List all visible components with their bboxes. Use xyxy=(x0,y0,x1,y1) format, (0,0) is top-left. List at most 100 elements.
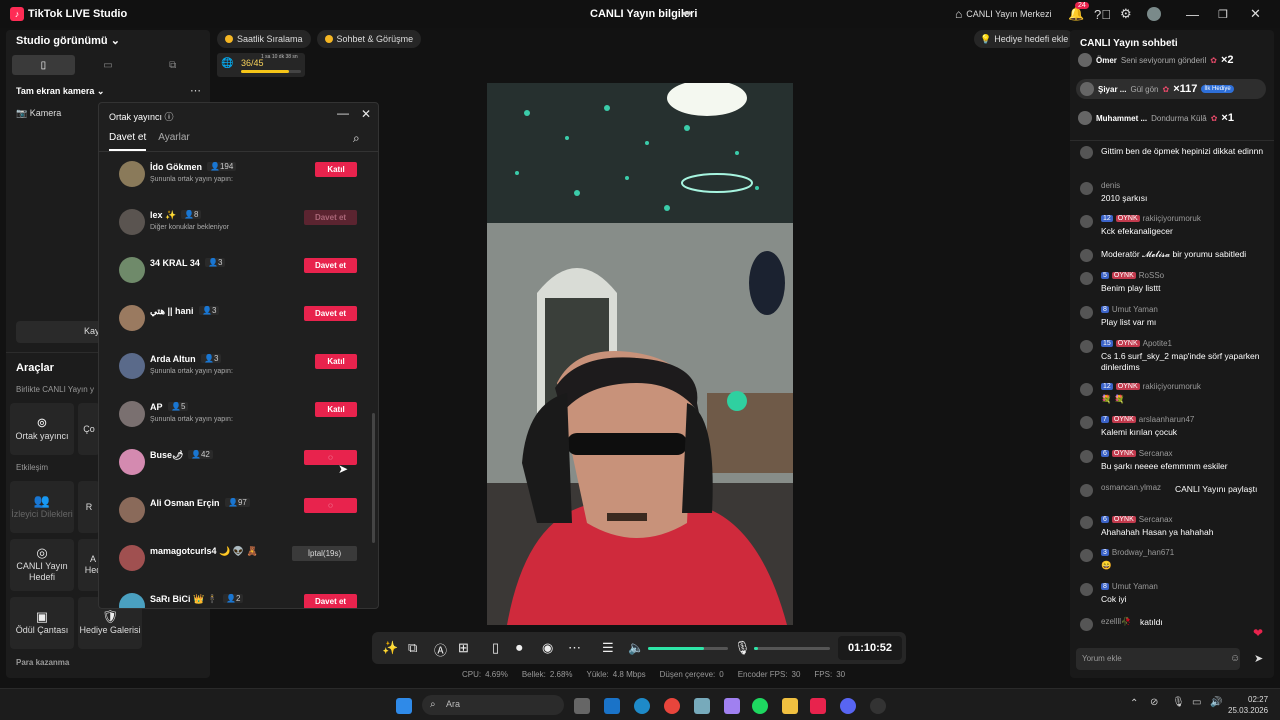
avatar[interactable] xyxy=(1080,306,1093,319)
avatar[interactable] xyxy=(1080,215,1093,228)
avatar[interactable] xyxy=(1080,416,1093,429)
studio-view-heading[interactable]: Studio görünümü ⌄ xyxy=(16,34,120,47)
invite-button[interactable]: Davet et xyxy=(304,306,357,321)
help-icon[interactable]: ?⃝ xyxy=(1094,0,1111,28)
live-video-preview[interactable] xyxy=(487,83,793,625)
split-layout-icon[interactable]: ⧉ xyxy=(141,55,204,75)
scrollbar[interactable] xyxy=(372,413,375,543)
avatar[interactable] xyxy=(119,161,145,187)
taskbar-search[interactable]: Ara xyxy=(422,695,564,715)
tray-volume-icon[interactable]: 🔊 xyxy=(1210,697,1222,708)
cohost-tool[interactable]: ⊚ Ortak yayıncı xyxy=(10,403,74,455)
copilot-icon[interactable] xyxy=(724,698,740,714)
avatar[interactable] xyxy=(1080,516,1093,529)
tray-display-icon[interactable]: ▭ xyxy=(1192,697,1201,708)
minimize-modal-icon[interactable]: — xyxy=(337,106,349,120)
mic-slider[interactable] xyxy=(754,647,830,650)
tray-mic-icon[interactable]: 🎙 xyxy=(1172,697,1185,708)
avatar[interactable] xyxy=(119,257,145,283)
invite-button[interactable]: Katıl xyxy=(315,402,357,417)
multi-guest-tool[interactable]: Ço xyxy=(78,403,100,455)
chat-meet-chip[interactable]: Sohbet & Görüşme xyxy=(316,30,422,48)
avatar[interactable] xyxy=(1080,182,1093,195)
speaker-icon[interactable]: 🔈 xyxy=(628,640,644,656)
prize-box-tool[interactable]: ▣ Ödül Çantası xyxy=(10,597,74,649)
avatar[interactable] xyxy=(119,545,145,571)
tray-chevron-icon[interactable]: ⌃ xyxy=(1130,698,1138,709)
username[interactable]: denis xyxy=(1101,181,1120,190)
landscape-layout-icon[interactable]: ▭ xyxy=(77,55,140,75)
minimize-icon[interactable]: — xyxy=(1186,0,1199,28)
username[interactable]: Apotite1 xyxy=(1143,339,1172,348)
username[interactable]: RoSSo xyxy=(1139,271,1164,280)
effects-icon[interactable]: ⧉ xyxy=(408,640,417,656)
avatar[interactable] xyxy=(1080,340,1093,353)
add-scene-icon[interactable]: ⊞ xyxy=(458,640,469,656)
record-icon[interactable]: ⏺ xyxy=(516,640,523,656)
live-center-button[interactable]: ⌂ CANLI Yayın Merkezi xyxy=(955,0,1051,28)
invite-button[interactable]: Davet et xyxy=(304,210,357,225)
rank-progress-box[interactable]: 🌐 36/45 1 sa 10 dk 38 sn xyxy=(217,53,305,77)
avatar[interactable] xyxy=(119,209,145,235)
invite-button[interactable]: ◌ xyxy=(304,498,357,513)
avatar[interactable] xyxy=(119,497,145,523)
filter-icon[interactable]: Ⓐ xyxy=(434,640,447,659)
avatar[interactable] xyxy=(1080,618,1093,631)
avatar[interactable] xyxy=(1080,484,1093,497)
settings-sliders-icon[interactable]: ☰ xyxy=(602,640,614,656)
info-icon[interactable]: ⓘ xyxy=(165,112,174,122)
username[interactable]: rakiiçiyorumoruk xyxy=(1143,214,1201,223)
avatar[interactable] xyxy=(1080,583,1093,596)
cancel-invite-button[interactable]: İptal(19s) xyxy=(292,546,357,561)
avatar[interactable] xyxy=(1080,272,1093,285)
username[interactable]: Umut Yaman xyxy=(1112,582,1158,591)
outlook-icon[interactable] xyxy=(604,698,620,714)
other-app-icon[interactable] xyxy=(870,698,886,714)
invite-button[interactable]: Katıl xyxy=(315,162,357,177)
viewer-requests-tool[interactable]: 👥 İzleyici Dilekleri xyxy=(10,481,74,533)
username[interactable]: Umut Yaman xyxy=(1112,305,1158,314)
send-icon[interactable]: ➤ xyxy=(1254,652,1263,665)
emoji-icon[interactable]: ☺ xyxy=(1230,653,1240,664)
avatar[interactable] xyxy=(1080,383,1093,396)
username[interactable]: Sercanax xyxy=(1139,515,1173,524)
network-app-icon[interactable] xyxy=(694,698,710,714)
avatar[interactable] xyxy=(1080,146,1093,159)
invite-button[interactable]: Davet et xyxy=(304,258,357,273)
microphone-icon[interactable]: 🎙 xyxy=(734,640,751,656)
tab-settings[interactable]: Ayarlar xyxy=(158,132,190,151)
avatar[interactable] xyxy=(119,305,145,331)
avatar[interactable] xyxy=(119,593,145,608)
invite-button[interactable]: ◌ xyxy=(304,450,357,465)
hourly-rank-chip[interactable]: Saatlik Sıralama xyxy=(217,30,311,48)
portrait-layout-icon[interactable]: ▯ xyxy=(12,55,75,75)
maximize-icon[interactable]: ❐ xyxy=(1218,0,1228,28)
live-goal-tool[interactable]: ◎ CANLI Yayın Hedefi xyxy=(10,539,74,591)
tab-invite[interactable]: Davet et xyxy=(109,132,147,151)
username[interactable]: ezellll🥀 xyxy=(1101,617,1131,626)
avatar[interactable] xyxy=(1080,249,1093,262)
username[interactable]: Sercanax xyxy=(1139,449,1173,458)
discord-icon[interactable] xyxy=(840,698,856,714)
close-icon[interactable]: ✕ xyxy=(1250,0,1261,28)
gift-goal-chip[interactable]: 💡 Hediye hedefi ekle xyxy=(974,30,1075,48)
spotify-icon[interactable] xyxy=(752,698,768,714)
r-tool[interactable]: R xyxy=(78,481,100,533)
more-icon[interactable]: ⋯ xyxy=(190,84,201,97)
camera-switch-icon[interactable]: ◉ xyxy=(542,640,553,656)
avatar[interactable] xyxy=(1147,7,1161,21)
windows-start-icon[interactable] xyxy=(396,698,412,714)
avatar[interactable] xyxy=(1080,450,1093,463)
clock[interactable]: 02:27 25.03.2026 xyxy=(1228,694,1268,716)
heart-icon[interactable]: ❤ xyxy=(1253,626,1263,640)
volume-slider[interactable] xyxy=(648,647,728,650)
avatar[interactable] xyxy=(119,401,145,427)
avatar[interactable] xyxy=(1080,549,1093,562)
gear-icon[interactable]: ⚙ xyxy=(1120,0,1132,28)
avatar[interactable] xyxy=(119,353,145,379)
search-icon[interactable]: ⌕ xyxy=(353,131,360,146)
edge-icon[interactable] xyxy=(634,698,650,714)
magic-wand-icon[interactable]: ✨ xyxy=(382,640,398,656)
username[interactable]: rakiiçiyorumoruk xyxy=(1143,382,1201,391)
invite-button[interactable]: Davet et xyxy=(304,594,357,608)
